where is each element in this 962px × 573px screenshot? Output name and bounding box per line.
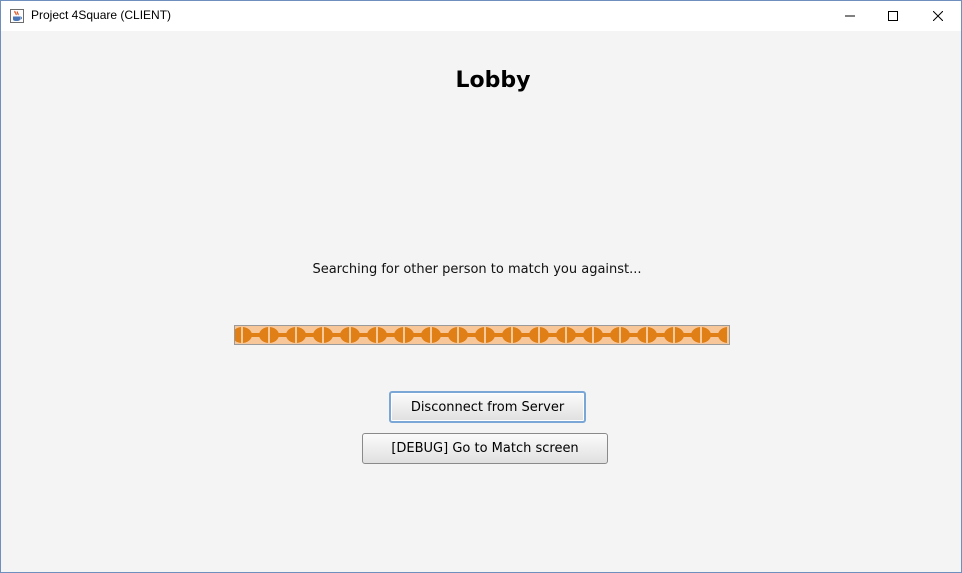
maximize-button[interactable] [870, 1, 916, 31]
maximize-icon [888, 11, 898, 21]
close-button[interactable] [915, 1, 961, 31]
minimize-icon [845, 15, 855, 17]
minimize-button[interactable] [827, 1, 873, 31]
disconnect-button[interactable]: Disconnect from Server [389, 391, 586, 423]
java-cup-icon [9, 8, 25, 24]
close-icon [933, 11, 943, 21]
debug-match-button[interactable]: [DEBUG] Go to Match screen [362, 433, 608, 464]
lobby-panel: Lobby Searching for other person to matc… [1, 31, 961, 572]
title-bar[interactable]: Project 4Square (CLIENT) [1, 1, 961, 31]
indeterminate-progress-pattern [235, 327, 729, 343]
page-title: Lobby [455, 68, 531, 93]
window-title: Project 4Square (CLIENT) [31, 8, 172, 22]
search-status-text: Searching for other person to match you … [312, 262, 642, 277]
app-window: Project 4Square (CLIENT) Lobby Searching… [0, 0, 962, 573]
matchmaking-progress-bar [234, 325, 730, 345]
